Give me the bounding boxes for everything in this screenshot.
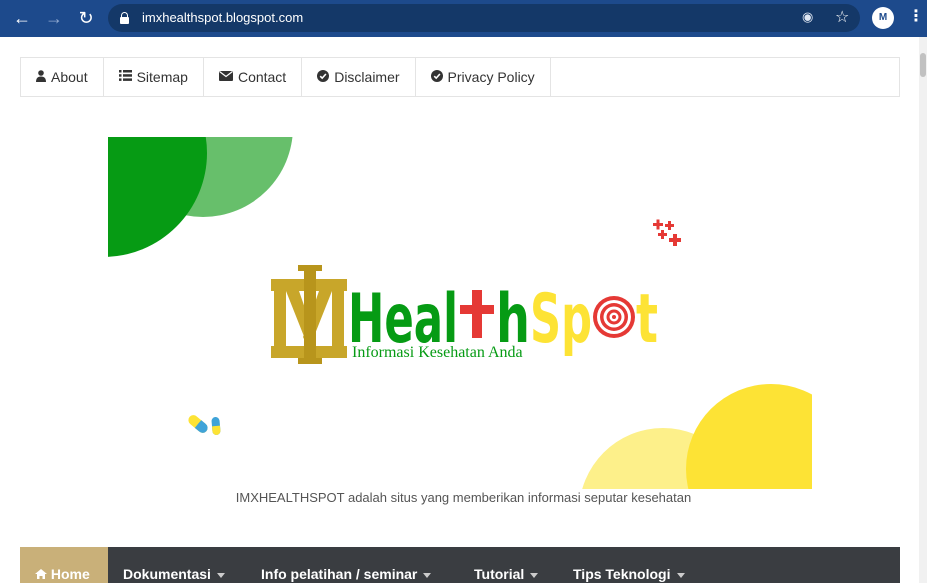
browser-toolbar: ← → ↻ imxhealthspot.blogspot.com ◉ ☆ M ⋮	[0, 0, 927, 37]
reload-icon[interactable]: ↻	[74, 7, 98, 29]
site-logo[interactable]: Heal h Sp t Informasi Kesehatan Anda	[271, 265, 658, 364]
eye-off-icon[interactable]: ◉	[802, 9, 813, 25]
nav-item-dokumentasi[interactable]: Dokumentasi	[123, 566, 225, 582]
nav-item-label: Info pelatihan / seminar	[261, 566, 418, 582]
header-banner[interactable]: Heal h Sp t Informasi Kesehatan Anda	[108, 137, 812, 489]
caret-down-icon	[530, 572, 539, 578]
menu-item-about[interactable]: About	[21, 58, 104, 96]
nav-home-label: Home	[50, 566, 90, 582]
caret-down-icon	[423, 572, 432, 578]
nav-item-label: Dokumentasi	[123, 566, 211, 582]
menu-label-about: About	[51, 69, 88, 85]
main-nav: Home Dokumentasi Info pelatihan / semina…	[20, 547, 900, 583]
svg-text:Sp: Sp	[530, 280, 592, 359]
top-menu: About Sitemap Contact Disclaimer Privacy…	[20, 57, 900, 97]
im-monogram-logo	[271, 265, 347, 364]
bookmark-star-icon[interactable]: ☆	[835, 7, 849, 27]
address-bar[interactable]: imxhealthspot.blogspot.com ◉ ☆	[108, 4, 860, 32]
logo-subtitle: Informasi Kesehatan Anda	[352, 344, 523, 361]
menu-label-contact: Contact	[237, 69, 287, 85]
list-icon	[118, 70, 132, 84]
lock-icon	[120, 12, 129, 24]
scrollbar-thumb[interactable]	[920, 53, 926, 77]
nav-item-label: Tutorial	[474, 566, 525, 582]
nav-item-info-pelatihan[interactable]: Info pelatihan / seminar	[261, 566, 432, 582]
menu-label-privacy-policy: Privacy Policy	[447, 69, 535, 85]
menu-dots-icon[interactable]: ⋮	[908, 6, 924, 26]
menu-item-contact[interactable]: Contact	[204, 58, 303, 96]
menu-item-sitemap[interactable]: Sitemap	[104, 58, 204, 96]
red-crosses-icon	[653, 219, 681, 246]
menu-label-disclaimer: Disclaimer	[334, 69, 400, 85]
menu-item-disclaimer[interactable]: Disclaimer	[302, 58, 416, 96]
profile-avatar-icon[interactable]: M	[872, 7, 894, 29]
green-circle	[108, 137, 207, 257]
menu-item-privacy-policy[interactable]: Privacy Policy	[416, 58, 551, 96]
forward-arrow-icon[interactable]: →	[42, 7, 66, 29]
home-icon	[35, 566, 51, 582]
yellow-circle	[686, 384, 812, 489]
svg-text:t: t	[636, 280, 658, 359]
caret-down-icon	[676, 572, 685, 578]
back-arrow-icon[interactable]: ←	[10, 7, 34, 29]
nav-home[interactable]: Home	[20, 547, 108, 583]
site-tagline: IMXHEALTHSPOT adalah situs yang memberik…	[235, 490, 692, 505]
caret-down-icon	[216, 572, 225, 578]
user-icon	[36, 69, 46, 85]
nav-item-tutorial[interactable]: Tutorial	[474, 566, 539, 582]
nav-item-label: Tips Teknologi	[573, 566, 671, 582]
check-circle-icon	[317, 69, 330, 85]
pills-icon	[188, 415, 221, 435]
menu-label-sitemap: Sitemap	[136, 69, 188, 85]
target-icon	[593, 296, 635, 338]
nav-item-tips-teknologi[interactable]: Tips Teknologi	[573, 566, 685, 582]
check-circle-icon	[430, 69, 443, 85]
envelope-icon	[218, 70, 233, 84]
url-text: imxhealthspot.blogspot.com	[142, 10, 304, 25]
red-plus-icon	[460, 290, 494, 338]
